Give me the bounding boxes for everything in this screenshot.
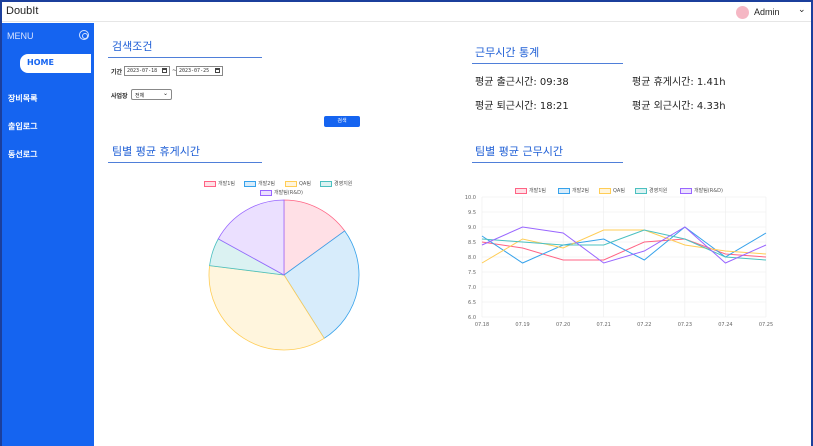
section-divider: [472, 162, 623, 163]
calendar-icon[interactable]: [215, 68, 220, 73]
series-line[interactable]: [481, 229, 767, 264]
avg-end-time: 평균 퇴근시간: 18:21: [475, 101, 569, 112]
legend-item[interactable]: 경영지원: [320, 180, 352, 187]
series-line[interactable]: [481, 226, 767, 264]
main-content: 검색조건 기간 2023-07-18 ~ 2023-07-25 사업장 전체 ⌄…: [94, 23, 811, 446]
avg-break-time: 평균 휴게시간: 1.41h: [632, 77, 726, 88]
stats-section-title: 근무시간 통계: [475, 46, 540, 59]
y-tick-label: 6.5: [468, 300, 476, 306]
x-tick-label: 07.24: [718, 322, 732, 328]
start-date-input[interactable]: 2023-07-18: [124, 66, 170, 76]
legend-swatch: [244, 180, 256, 187]
site-select[interactable]: 전체 ⌄: [131, 89, 172, 100]
y-tick-label: 7.5: [468, 270, 476, 276]
calendar-icon[interactable]: [162, 68, 167, 73]
chevron-down-icon: ⌄: [162, 90, 168, 97]
x-tick-label: 07.23: [678, 322, 692, 328]
y-tick-label: 7.0: [468, 285, 476, 291]
y-tick-label: 8.0: [468, 255, 476, 261]
y-tick-label: 6.0: [468, 315, 476, 321]
pie-section-title: 팀별 평균 휴게시간: [112, 145, 200, 158]
avg-start-time: 평균 출근시간: 09:38: [475, 77, 569, 88]
legend-swatch: [285, 180, 297, 187]
sidebar-item-label: HOME: [27, 58, 54, 67]
legend-item[interactable]: QA팀: [285, 180, 311, 187]
pie-chart: [208, 199, 360, 351]
legend-swatch: [204, 180, 216, 187]
section-divider: [108, 57, 262, 58]
user-avatar[interactable]: [736, 6, 749, 19]
sidebar: MENU HOME 장비목록 출입로그 동선로그: [2, 23, 94, 446]
line-chart: 6.0 6.5 7.0 7.5 8.0 8.5 9.0 9.5 10.0 07.18 07.19 07…: [465, 195, 773, 328]
x-tick-label: 07.21: [597, 322, 611, 328]
period-label: 기간: [111, 69, 123, 76]
app-window: DoubIt Admin ⌄ MENU HOME 장비목록 출입로그 동선로그 …: [0, 0, 813, 446]
x-tick-label: 07.20: [556, 322, 570, 328]
legend-item[interactable]: 개발2팀: [244, 180, 275, 187]
x-tick-label: 07.25: [759, 322, 773, 328]
menu-label: MENU: [7, 31, 34, 41]
y-tick-label: 9.5: [468, 210, 476, 216]
series-line[interactable]: [481, 226, 767, 264]
sidebar-item-home[interactable]: HOME: [20, 54, 91, 73]
chevron-down-icon[interactable]: ⌄: [798, 5, 806, 15]
sidebar-item-route-log[interactable]: 동선로그: [8, 149, 37, 160]
avg-outside-time: 평균 외근시간: 4.33h: [632, 101, 726, 112]
legend-swatch: [320, 180, 332, 187]
legend-item[interactable]: 개발1팀: [204, 180, 235, 187]
top-bar: DoubIt Admin ⌄: [2, 2, 811, 22]
section-divider: [472, 63, 623, 64]
legend-label: 개발1팀: [218, 181, 235, 187]
section-divider: [108, 162, 262, 163]
search-section-title: 검색조건: [112, 40, 153, 53]
app-title: DoubIt: [6, 5, 39, 17]
user-name[interactable]: Admin: [754, 7, 780, 17]
legend-label: 개발2팀: [258, 181, 275, 187]
line-section-title: 팀별 평균 근무시간: [475, 145, 563, 158]
search-button[interactable]: 검색: [324, 116, 360, 127]
site-label: 사업장: [111, 93, 128, 100]
x-tick-label: 07.19: [515, 322, 529, 328]
y-tick-label: 10.0: [465, 195, 476, 201]
end-date-input[interactable]: 2023-07-25: [176, 66, 223, 76]
x-tick-label: 07.22: [637, 322, 651, 328]
sidebar-item-access-log[interactable]: 출입로그: [8, 121, 37, 132]
legend-label: 경영지원: [334, 181, 353, 187]
x-tick-label: 07.18: [475, 322, 489, 328]
y-tick-label: 8.5: [468, 240, 476, 246]
y-tick-label: 9.0: [468, 225, 476, 231]
legend-label: QA팀: [299, 181, 311, 187]
circle-toggle-icon[interactable]: [79, 30, 89, 40]
sidebar-item-equipment[interactable]: 장비목록: [8, 93, 37, 104]
